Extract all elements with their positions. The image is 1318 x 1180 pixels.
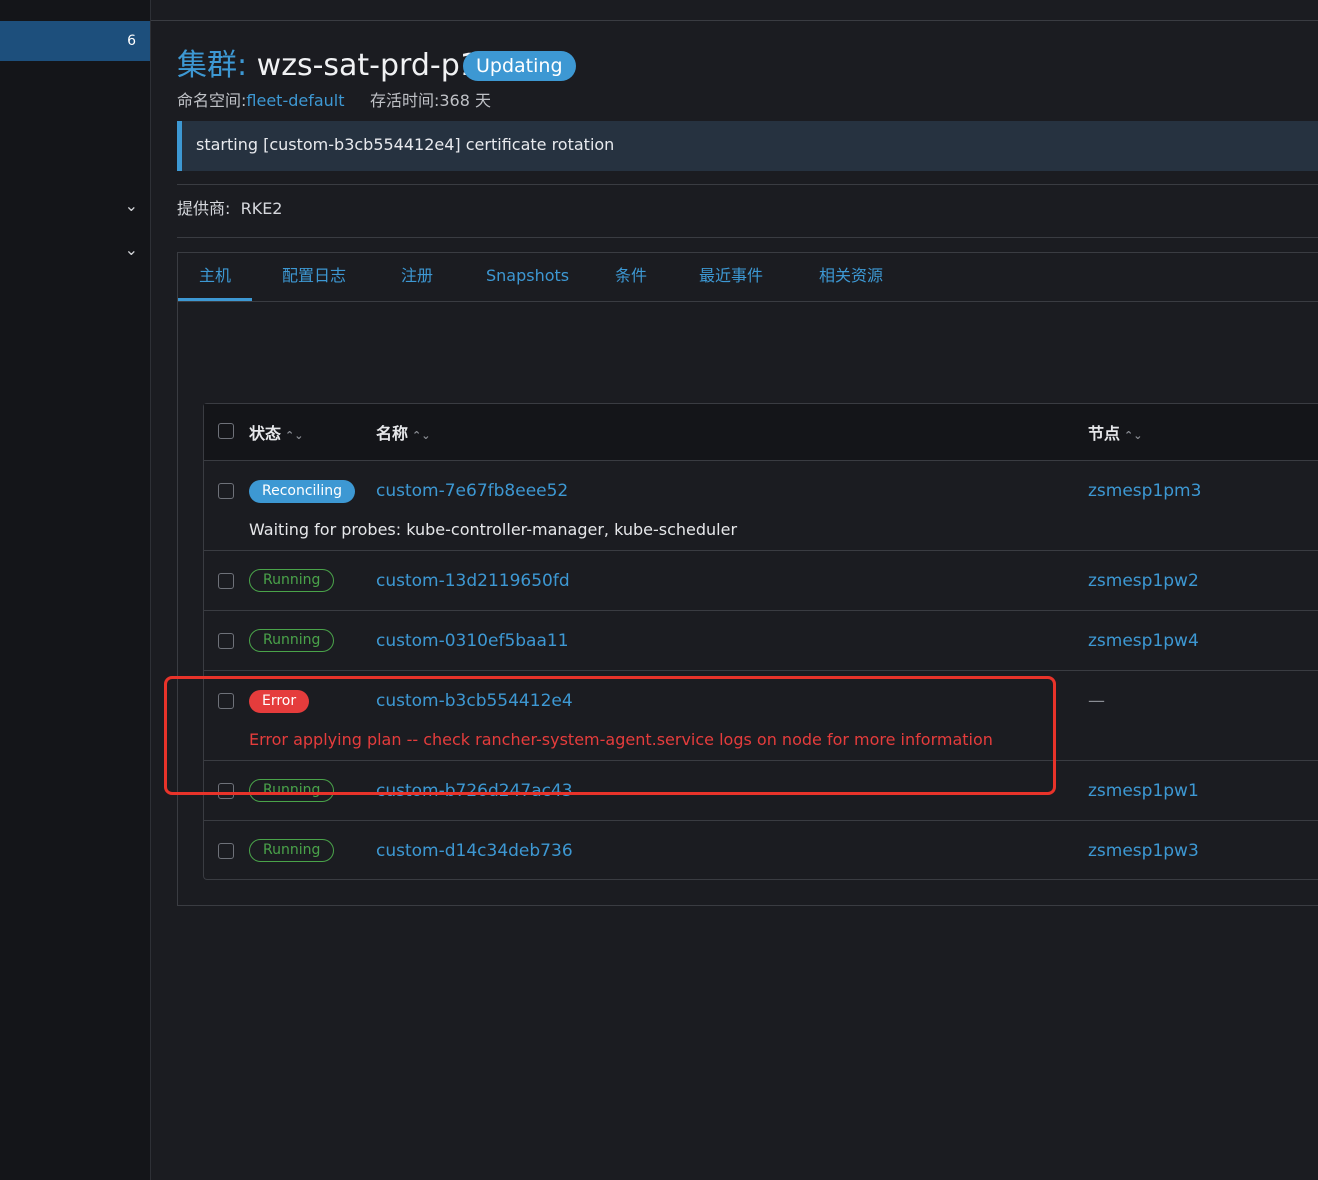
chevron-down-icon[interactable]: ⌄ bbox=[125, 240, 138, 259]
title-prefix: 集群: bbox=[177, 48, 248, 83]
info-banner: starting [custom-b3cb554412e4] certifica… bbox=[177, 121, 1318, 171]
sidebar-top bbox=[0, 0, 150, 20]
tab-recent-events[interactable]: 最近事件 bbox=[699, 253, 763, 301]
machine-name-link[interactable]: custom-d14c34deb736 bbox=[376, 841, 573, 861]
table-header: 状态 ⌃⌄ 名称 ⌃⌄ 节点 ⌃⌄ bbox=[204, 404, 1318, 461]
sidebar: 6 ⌄ ⌄ bbox=[0, 0, 151, 1180]
tab-machines[interactable]: 主机 bbox=[178, 253, 253, 301]
node-link[interactable]: zsmesp1pw3 bbox=[1088, 841, 1199, 861]
chevron-down-icon[interactable]: ⌄ bbox=[125, 196, 138, 215]
machine-name-link[interactable]: custom-7e67fb8eee52 bbox=[376, 481, 568, 501]
column-header-state[interactable]: 状态 ⌃⌄ bbox=[249, 420, 303, 444]
tab-registration[interactable]: 注册 bbox=[401, 253, 433, 301]
cluster-name: wzs-sat-prd-p1 bbox=[256, 48, 479, 83]
sort-icon: ⌃⌄ bbox=[412, 429, 431, 442]
divider bbox=[177, 184, 1318, 185]
column-label: 节点 bbox=[1088, 424, 1121, 443]
node-link[interactable]: zsmesp1pw1 bbox=[1088, 781, 1199, 801]
row-checkbox[interactable] bbox=[218, 843, 234, 859]
age-label: 存活时间: bbox=[369, 91, 440, 110]
node-link[interactable]: zsmesp1pw2 bbox=[1088, 571, 1199, 591]
error-highlight-annotation bbox=[164, 676, 1056, 795]
column-header-node[interactable]: 节点 ⌃⌄ bbox=[1088, 420, 1142, 444]
node-link[interactable]: zsmesp1pm3 bbox=[1088, 481, 1201, 501]
provider-info: 提供商: RKE2 bbox=[177, 198, 282, 220]
row-checkbox[interactable] bbox=[218, 483, 234, 499]
tab-snapshots[interactable]: Snapshots bbox=[486, 253, 569, 301]
provider-value: RKE2 bbox=[240, 199, 283, 218]
node-link[interactable]: zsmesp1pw4 bbox=[1088, 631, 1199, 651]
column-label: 状态 bbox=[249, 424, 282, 443]
sort-icon: ⌃⌄ bbox=[285, 429, 304, 442]
sidebar-item-active[interactable]: 6 bbox=[0, 21, 150, 61]
tabs-bar: 主机 配置日志 注册 Snapshots 条件 最近事件 相关资源 bbox=[178, 253, 1318, 302]
select-all-checkbox[interactable] bbox=[218, 423, 234, 439]
column-label: 名称 bbox=[376, 424, 409, 443]
page-title: 集群: wzs-sat-prd-p1 bbox=[177, 46, 479, 86]
sidebar-count-badge: 6 bbox=[127, 33, 136, 49]
column-header-name[interactable]: 名称 ⌃⌄ bbox=[376, 420, 430, 444]
status-badge: Reconciling bbox=[249, 480, 355, 503]
status-badge: Running bbox=[249, 629, 335, 652]
namespace-label: 命名空间: bbox=[177, 91, 247, 110]
age-value: 368 天 bbox=[439, 91, 491, 110]
tab-provisioning-log[interactable]: 配置日志 bbox=[282, 253, 346, 301]
table-row: Running custom-d14c34deb736 zsmesp1pw3 bbox=[204, 821, 1318, 879]
table-row: Running custom-0310ef5baa11 zsmesp1pw4 bbox=[204, 611, 1318, 671]
header-divider bbox=[151, 20, 1318, 21]
status-badge: Updating bbox=[463, 51, 576, 81]
row-detail-message: Waiting for probes: kube-controller-mana… bbox=[249, 520, 738, 539]
machines-table: 状态 ⌃⌄ 名称 ⌃⌄ 节点 ⌃⌄ Reconciling custom-7e67fb… bbox=[203, 403, 1318, 880]
divider bbox=[177, 237, 1318, 238]
banner-message: starting [custom-b3cb554412e4] certifica… bbox=[196, 135, 615, 154]
tab-conditions[interactable]: 条件 bbox=[615, 253, 647, 301]
namespace-link[interactable]: fleet-default bbox=[246, 91, 344, 110]
table-row: Running custom-13d2119650fd zsmesp1pw2 bbox=[204, 551, 1318, 611]
sort-icon: ⌃⌄ bbox=[1124, 429, 1143, 442]
provider-label: 提供商: bbox=[177, 199, 231, 218]
machine-name-link[interactable]: custom-0310ef5baa11 bbox=[376, 631, 569, 651]
row-checkbox[interactable] bbox=[218, 573, 234, 589]
node-empty: — bbox=[1088, 691, 1105, 711]
cluster-meta: 命名空间:fleet-default 存活时间:368 天 bbox=[177, 90, 491, 112]
table-row: Reconciling custom-7e67fb8eee52 zsmesp1p… bbox=[204, 461, 1318, 551]
status-badge: Running bbox=[249, 569, 335, 592]
row-checkbox[interactable] bbox=[218, 633, 234, 649]
status-badge: Running bbox=[249, 839, 335, 862]
machine-name-link[interactable]: custom-13d2119650fd bbox=[376, 571, 570, 591]
tab-related-resources[interactable]: 相关资源 bbox=[819, 253, 883, 301]
